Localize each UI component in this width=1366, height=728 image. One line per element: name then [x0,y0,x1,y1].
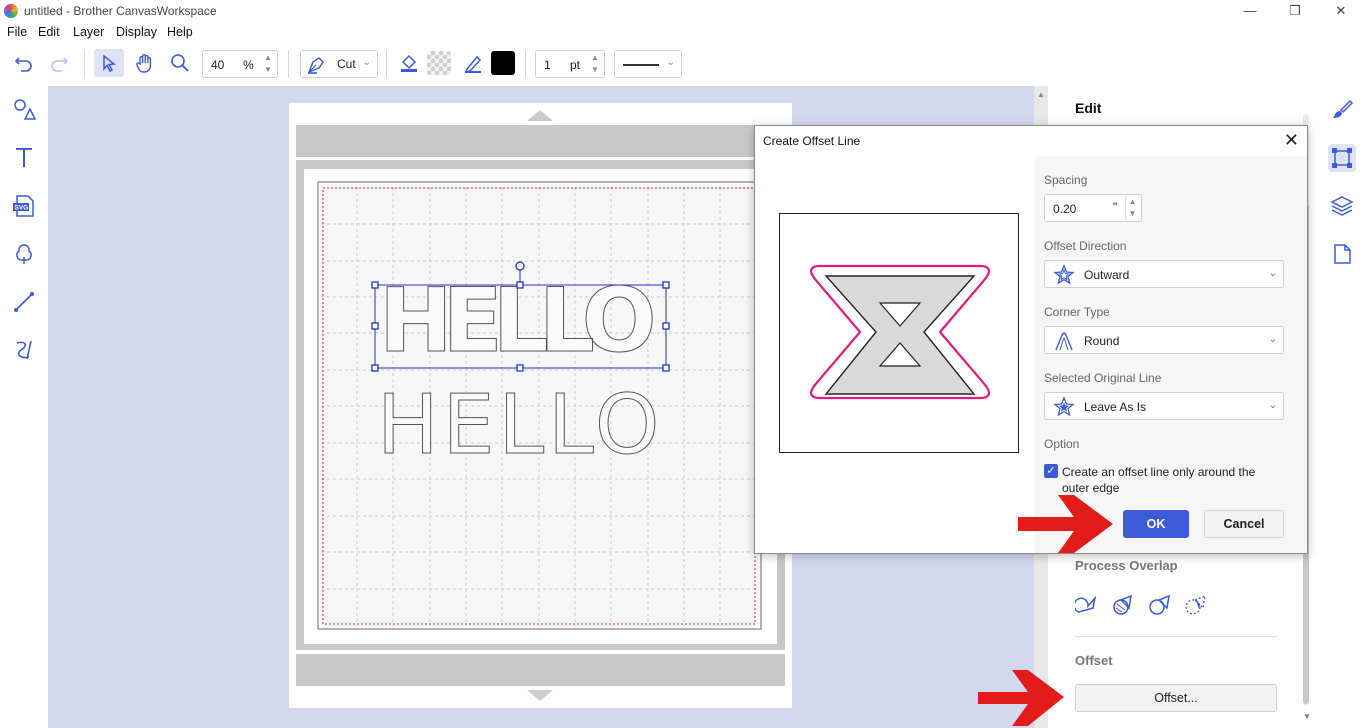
line-width-input[interactable]: 1 pt ▲ ▼ [535,50,605,78]
zoom-input[interactable]: 40 % ▲ ▼ [202,50,278,78]
paint-brush-icon[interactable] [1328,96,1356,124]
fill-none-swatch[interactable] [426,49,452,77]
shapes-icon[interactable] [10,96,38,124]
intersect-icon[interactable] [1183,592,1211,618]
app-logo-icon [4,4,18,18]
close-icon[interactable]: ✕ [1329,2,1353,20]
star-filled-icon [1053,396,1075,417]
menu-help[interactable]: Help [167,25,193,39]
trim-icon[interactable] [1147,592,1175,618]
cutting-mat[interactable]: HELLO HELLO [289,103,792,708]
offset-direction-label: Offset Direction [1044,239,1127,253]
scroll-up-icon [527,110,553,121]
line-tool-icon[interactable] [10,288,38,316]
offset-preview [779,213,1019,453]
menu-file[interactable]: File [7,25,27,39]
round-corner-icon [1055,332,1073,351]
option-label: Option [1044,437,1080,451]
zoom-icon[interactable] [166,49,194,77]
scroll-down-icon [527,690,553,701]
dialog-title: Create Offset Line [763,134,861,148]
line-style-select[interactable]: ⌄ [614,50,682,78]
cancel-button[interactable]: Cancel [1204,510,1284,538]
menu-layer[interactable]: Layer [73,25,104,39]
fill-color-icon[interactable] [396,49,422,77]
redo-icon[interactable] [45,49,73,77]
right-toolbar [1318,86,1366,728]
selection-box[interactable] [369,258,671,373]
corner-type-label: Corner Type [1044,305,1110,319]
spacing-label: Spacing [1044,173,1088,187]
outer-edge-checkbox[interactable]: ✓ [1044,464,1058,478]
line-color-swatch[interactable] [490,49,516,77]
page-icon[interactable] [1328,240,1356,268]
group-overlap-icon[interactable] [1111,592,1139,618]
annotation-arrow-ok [1018,495,1113,553]
select-tool-icon[interactable] [94,49,124,77]
panel-title: Edit [1075,100,1102,116]
star-outline-icon [1053,264,1075,285]
pattern-icon[interactable] [10,240,38,268]
selected-original-line-label: Selected Original Line [1044,371,1162,385]
offset-direction-select[interactable]: Outward ⌄ [1044,260,1284,288]
selected-original-line-select[interactable]: Leave As Is ⌄ [1044,392,1284,420]
left-toolbar: SVG [0,86,48,728]
minimize-icon[interactable]: — [1238,2,1262,20]
menu-bar: File Edit Layer Display Help [0,22,1366,42]
menu-edit[interactable]: Edit [38,25,60,39]
solid-line-icon [623,64,659,66]
restore-icon[interactable]: ❐ [1283,2,1307,20]
spacing-spinner[interactable]: ▲ ▼ [1125,196,1139,220]
canvas-text[interactable]: HELLO [376,384,663,467]
annotation-arrow-offset [978,670,1064,726]
ok-button[interactable]: OK [1123,510,1189,538]
freehand-icon[interactable] [10,336,38,364]
outer-edge-checkbox-label[interactable]: Create an offset line only around the ou… [1062,464,1255,496]
hand-tool-icon[interactable] [131,49,159,77]
dialog-close-icon[interactable]: ✕ [1284,130,1299,151]
offset-label: Offset [1075,653,1113,668]
text-tool-icon[interactable] [10,144,38,172]
line-width-spinner[interactable]: ▲ ▼ [588,52,602,76]
create-offset-line-dialog: Create Offset Line ✕ Spacing 0.20 " ▲ ▼ O… [754,125,1308,554]
svg-text:SVG: SVG [15,205,29,212]
pen-cut-icon [307,57,324,74]
mode-select[interactable]: Cut ⌄ [300,50,378,78]
process-overlap-label: Process Overlap [1075,558,1178,573]
zoom-spinner[interactable]: ▲ ▼ [261,52,275,76]
toolbar: 40 % ▲ ▼ Cut ⌄ 1 pt ▲ ▼ ⌄ [0,42,1366,86]
corner-type-select[interactable]: Round ⌄ [1044,326,1284,354]
menu-display[interactable]: Display [116,25,157,39]
svg-import-icon[interactable]: SVG [10,192,38,220]
window-title: untitled - Brother CanvasWorkspace [24,4,217,18]
line-color-icon[interactable] [460,49,486,77]
title-bar: untitled - Brother CanvasWorkspace — ❐ ✕ [0,0,1366,22]
weld-icon[interactable] [1073,592,1103,618]
undo-icon[interactable] [10,49,38,77]
offset-button[interactable]: Offset... [1075,684,1277,712]
spacing-input[interactable]: 0.20 " ▲ ▼ [1044,194,1142,222]
edit-panel-icon[interactable] [1328,144,1356,172]
layers-icon[interactable] [1328,192,1356,220]
